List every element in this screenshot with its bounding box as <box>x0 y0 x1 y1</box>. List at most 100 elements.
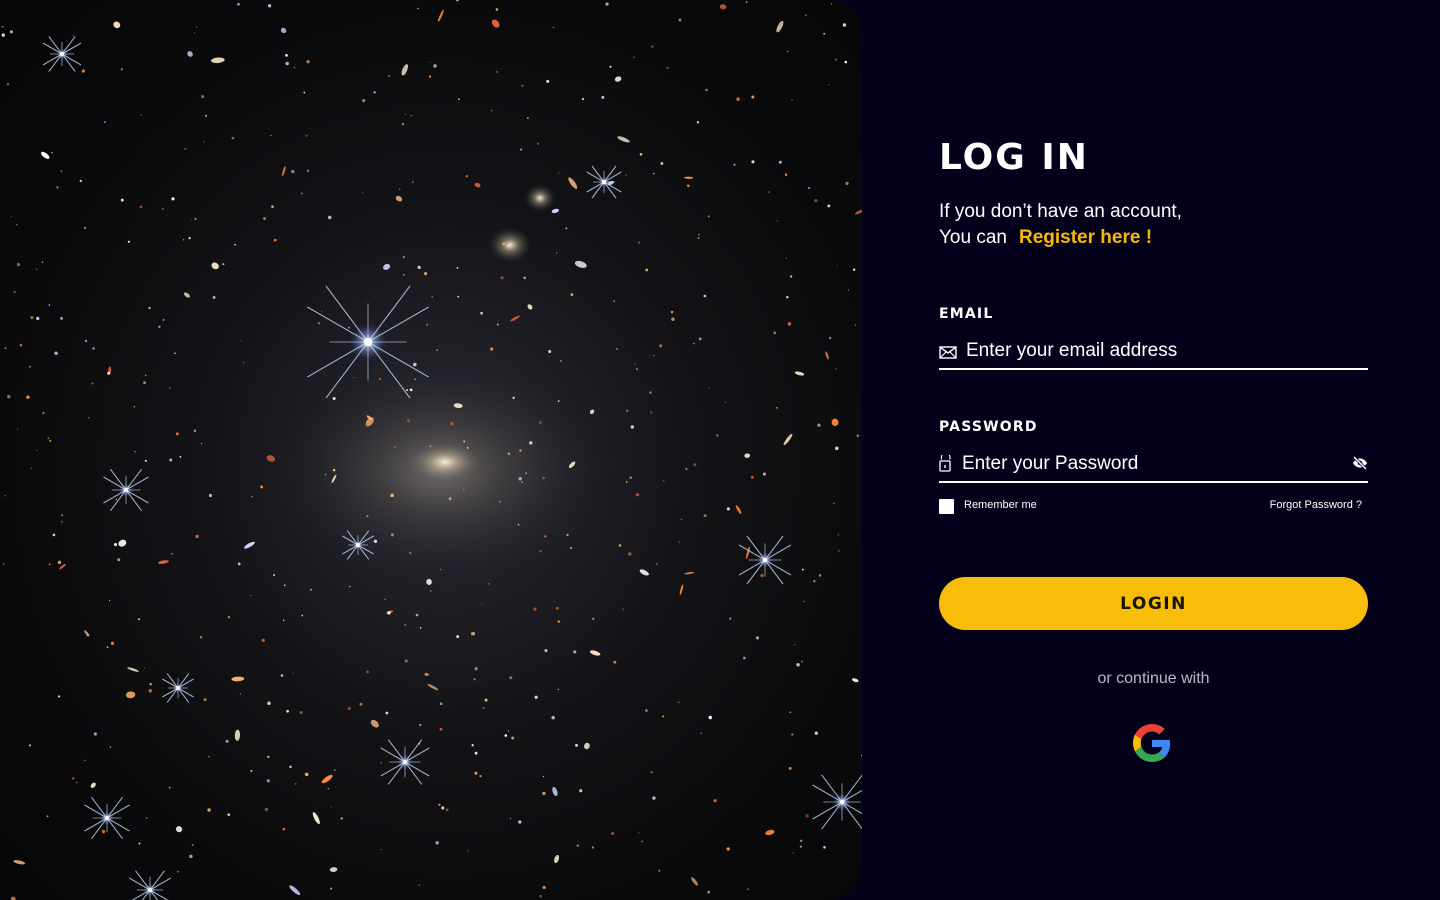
galaxy-dot <box>183 292 190 298</box>
bright-star-core <box>763 558 767 562</box>
star-dot <box>19 343 23 347</box>
login-button[interactable]: LOGIN <box>939 577 1368 630</box>
star-dot <box>833 502 835 505</box>
star-dot <box>299 711 303 714</box>
star-dot <box>47 437 50 440</box>
star-dot <box>1 25 4 28</box>
star-dot <box>36 268 38 270</box>
star-dot <box>373 539 378 543</box>
star-dot <box>349 585 351 588</box>
forgot-password-link[interactable]: Forgot Password ? <box>1270 499 1362 511</box>
star-dot <box>333 769 336 772</box>
register-prompt-line1: If you don’t have an account, <box>939 201 1182 222</box>
star-dot <box>534 695 538 699</box>
remember-me-checkbox[interactable] <box>939 499 954 514</box>
star-dot <box>670 310 674 314</box>
star-dot <box>30 467 33 470</box>
star-dot <box>666 66 669 69</box>
galaxy-dot <box>491 19 500 28</box>
star-dot <box>537 142 540 145</box>
star-dot <box>404 113 407 116</box>
star-dot <box>576 844 579 847</box>
star-dot <box>835 368 837 370</box>
star-dot <box>301 614 304 617</box>
star-dot <box>570 547 572 549</box>
star-dot <box>498 500 501 503</box>
star-dot <box>222 263 225 266</box>
star-dot <box>92 347 95 350</box>
star-dot <box>635 492 640 497</box>
password-input[interactable] <box>962 449 1332 479</box>
galaxy-dot <box>395 195 403 202</box>
star-dot <box>844 60 848 64</box>
star-dot <box>542 775 545 778</box>
star-dot <box>384 598 386 600</box>
star-dot <box>144 667 146 669</box>
email-input[interactable] <box>966 336 1366 366</box>
star-dot <box>726 507 730 511</box>
galaxy-dot <box>125 691 136 699</box>
star-dot <box>373 91 376 94</box>
star-dot <box>651 45 654 48</box>
star-dot <box>500 276 504 280</box>
register-prompt-line2: You can Register here ! <box>939 225 1182 251</box>
bright-star-core <box>105 816 109 820</box>
star-dot <box>291 169 295 174</box>
star-dot <box>428 75 432 78</box>
star-dot <box>48 563 51 566</box>
star-dot <box>51 152 53 154</box>
star-dot <box>309 588 313 591</box>
star-dot <box>838 550 840 552</box>
eye-off-icon[interactable] <box>1352 455 1368 471</box>
galaxy-dot <box>281 166 286 177</box>
star-dot <box>496 323 499 326</box>
galaxy-dot <box>765 829 775 836</box>
star-dot <box>644 709 648 712</box>
star-dot <box>305 134 308 137</box>
star-dot <box>796 662 800 667</box>
star-dot <box>149 683 152 686</box>
star-dot <box>677 701 680 704</box>
star-dot <box>380 762 382 764</box>
star-dot <box>340 817 343 820</box>
register-link[interactable]: Register here ! <box>1019 227 1152 248</box>
star-dot <box>139 205 143 209</box>
star-dot <box>751 95 755 99</box>
star-dot <box>402 273 405 276</box>
google-icon[interactable] <box>1133 724 1171 762</box>
star-dot <box>194 217 197 221</box>
star-dot <box>330 806 332 808</box>
star-dot <box>724 401 727 403</box>
star-dot <box>143 381 147 385</box>
star-dot <box>388 75 390 77</box>
star-dot <box>650 771 653 774</box>
star-dot <box>696 121 700 124</box>
star-dot <box>418 884 421 886</box>
star-dot <box>616 347 618 350</box>
star-dot <box>551 715 555 720</box>
star-dot <box>293 66 296 69</box>
star-dot <box>393 445 396 448</box>
star-dot <box>439 568 442 571</box>
star-dot <box>557 620 561 623</box>
galaxy-dot <box>552 786 558 797</box>
star-dot <box>762 472 766 476</box>
star-dot <box>625 481 628 483</box>
star-dot <box>426 323 429 326</box>
star-dot <box>635 367 639 371</box>
star-dot <box>579 789 583 793</box>
continue-with-text: or continue with <box>1097 670 1210 687</box>
star-dot <box>57 695 61 698</box>
star-dot <box>605 2 609 6</box>
galaxy-dot <box>831 418 839 427</box>
galaxy-dot <box>527 304 533 310</box>
star-dot <box>507 730 510 732</box>
star-dot <box>390 493 394 498</box>
star-dot <box>273 238 277 242</box>
galaxy-dot <box>329 867 338 872</box>
star-dot <box>830 3 833 5</box>
star-dot <box>9 30 14 34</box>
galaxy-dot <box>735 505 742 515</box>
star-dot <box>791 733 794 736</box>
star-dot <box>56 186 59 189</box>
